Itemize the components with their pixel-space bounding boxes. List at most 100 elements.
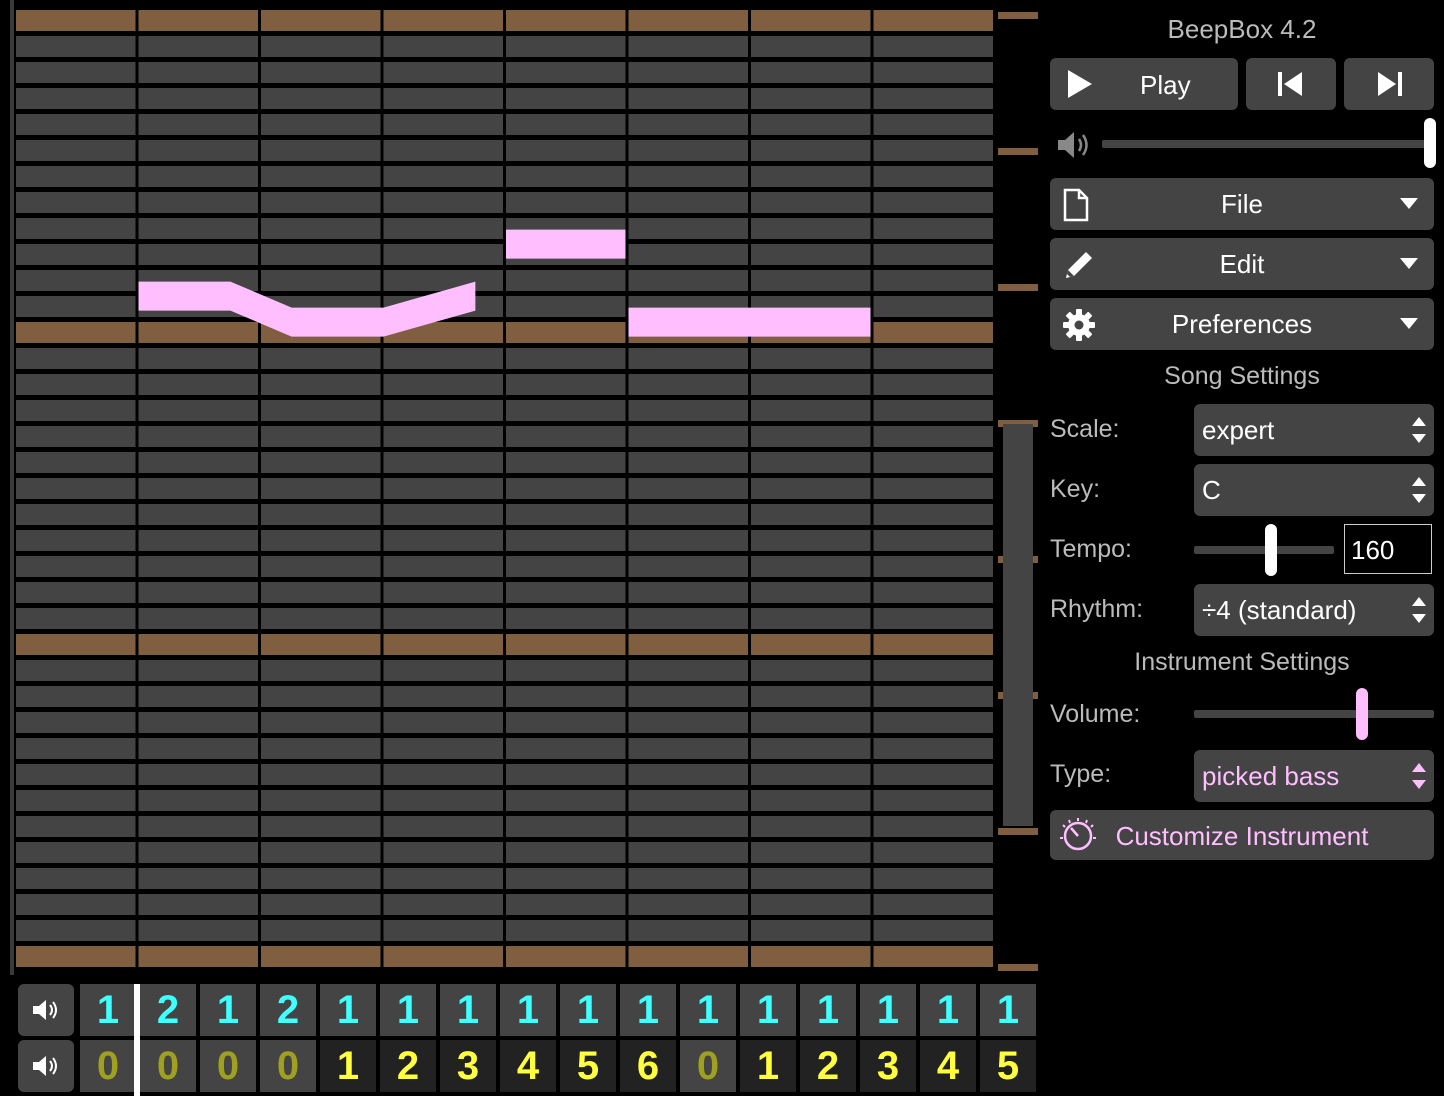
- grid-cell[interactable]: [261, 348, 381, 369]
- grid-cell[interactable]: [628, 36, 749, 57]
- grid-cell[interactable]: [751, 244, 871, 265]
- grid-cell[interactable]: [751, 192, 871, 213]
- grid-cell[interactable]: [628, 790, 749, 811]
- octave-cell[interactable]: [138, 634, 259, 655]
- grid-cell[interactable]: [873, 686, 994, 707]
- grid-cell[interactable]: [506, 530, 626, 551]
- grid-cell[interactable]: [138, 348, 259, 369]
- grid-cell[interactable]: [16, 166, 136, 187]
- tempo-track[interactable]: [1194, 546, 1334, 554]
- mute-button-channel-1[interactable]: [18, 984, 74, 1036]
- grid-cell[interactable]: [261, 218, 381, 239]
- grid-cell[interactable]: [261, 842, 381, 863]
- grid-cell[interactable]: [751, 270, 871, 291]
- grid-cell[interactable]: [383, 348, 504, 369]
- playhead[interactable]: [134, 984, 140, 1096]
- grid-cell[interactable]: [383, 244, 504, 265]
- grid-cell[interactable]: [751, 504, 871, 525]
- grid-cell[interactable]: [873, 296, 994, 317]
- grid-cell[interactable]: [16, 218, 136, 239]
- grid-cell[interactable]: [628, 166, 749, 187]
- pattern-cell[interactable]: 3: [860, 1040, 916, 1092]
- grid-cell[interactable]: [261, 608, 381, 629]
- grid-cell[interactable]: [873, 660, 994, 681]
- grid-cell[interactable]: [628, 88, 749, 109]
- grid-cell[interactable]: [506, 88, 626, 109]
- grid-cell[interactable]: [751, 608, 871, 629]
- edit-menu[interactable]: Edit: [1050, 238, 1434, 290]
- grid-cell[interactable]: [261, 764, 381, 785]
- grid-cell[interactable]: [751, 764, 871, 785]
- grid-cell[interactable]: [628, 400, 749, 421]
- grid-cell[interactable]: [873, 374, 994, 395]
- pattern-cell[interactable]: 1: [740, 1040, 796, 1092]
- grid-cell[interactable]: [383, 894, 504, 915]
- pattern-cell[interactable]: 1: [380, 984, 436, 1036]
- grid-cell[interactable]: [383, 218, 504, 239]
- grid-cell[interactable]: [751, 166, 871, 187]
- grid-cell[interactable]: [506, 114, 626, 135]
- grid-cell[interactable]: [873, 348, 994, 369]
- grid-cell[interactable]: [261, 166, 381, 187]
- grid-cell[interactable]: [138, 920, 259, 941]
- pattern-cell[interactable]: 0: [260, 1040, 316, 1092]
- grid-cell[interactable]: [383, 582, 504, 603]
- grid-cell[interactable]: [16, 894, 136, 915]
- octave-cell[interactable]: [873, 10, 994, 31]
- grid-cell[interactable]: [383, 660, 504, 681]
- rhythm-select[interactable]: ÷4 (standard): [1194, 584, 1434, 636]
- pattern-cell[interactable]: 1: [560, 984, 616, 1036]
- grid-cell[interactable]: [751, 530, 871, 551]
- octave-cell[interactable]: [751, 10, 871, 31]
- octave-cell[interactable]: [138, 322, 259, 343]
- grid-cell[interactable]: [138, 530, 259, 551]
- grid-cell[interactable]: [873, 842, 994, 863]
- grid-cell[interactable]: [16, 582, 136, 603]
- instrument-volume-slider[interactable]: [1356, 688, 1368, 740]
- grid-cell[interactable]: [873, 114, 994, 135]
- tempo-slider[interactable]: [1265, 524, 1277, 576]
- preferences-menu[interactable]: Preferences: [1050, 298, 1434, 350]
- pattern-cell[interactable]: 2: [380, 1040, 436, 1092]
- grid-cell[interactable]: [873, 582, 994, 603]
- pattern-cell[interactable]: 1: [740, 984, 796, 1036]
- pattern-cell[interactable]: 1: [500, 984, 556, 1036]
- grid-cell[interactable]: [383, 686, 504, 707]
- grid-cell[interactable]: [628, 686, 749, 707]
- pattern-cell[interactable]: 1: [320, 1040, 376, 1092]
- grid-cell[interactable]: [138, 816, 259, 837]
- grid-cell[interactable]: [383, 712, 504, 733]
- grid-cell[interactable]: [261, 504, 381, 525]
- grid-cell[interactable]: [383, 764, 504, 785]
- grid-cell[interactable]: [16, 660, 136, 681]
- grid-cell[interactable]: [383, 62, 504, 83]
- pattern-cell[interactable]: 1: [80, 984, 136, 1036]
- octave-cell[interactable]: [261, 634, 381, 655]
- grid-cell[interactable]: [873, 478, 994, 499]
- grid-cell[interactable]: [138, 114, 259, 135]
- note[interactable]: [506, 229, 626, 259]
- pattern-cell[interactable]: 4: [500, 1040, 556, 1092]
- octave-cell[interactable]: [506, 10, 626, 31]
- grid-cell[interactable]: [16, 244, 136, 265]
- octave-cell[interactable]: [506, 634, 626, 655]
- tempo-input[interactable]: 160: [1344, 524, 1432, 574]
- grid-cell[interactable]: [873, 62, 994, 83]
- octave-cell[interactable]: [628, 10, 749, 31]
- grid-cell[interactable]: [506, 764, 626, 785]
- grid-cell[interactable]: [628, 660, 749, 681]
- grid-cell[interactable]: [751, 738, 871, 759]
- grid-cell[interactable]: [506, 140, 626, 161]
- grid-cell[interactable]: [383, 556, 504, 577]
- grid-cell[interactable]: [628, 244, 749, 265]
- grid-cell[interactable]: [16, 270, 136, 291]
- octave-cell[interactable]: [16, 10, 136, 31]
- grid-cell[interactable]: [383, 478, 504, 499]
- grid-cell[interactable]: [261, 62, 381, 83]
- grid-cell[interactable]: [16, 842, 136, 863]
- grid-cell[interactable]: [628, 426, 749, 447]
- grid-cell[interactable]: [751, 920, 871, 941]
- grid-cell[interactable]: [628, 764, 749, 785]
- grid-cell[interactable]: [261, 582, 381, 603]
- octave-cell[interactable]: [506, 946, 626, 967]
